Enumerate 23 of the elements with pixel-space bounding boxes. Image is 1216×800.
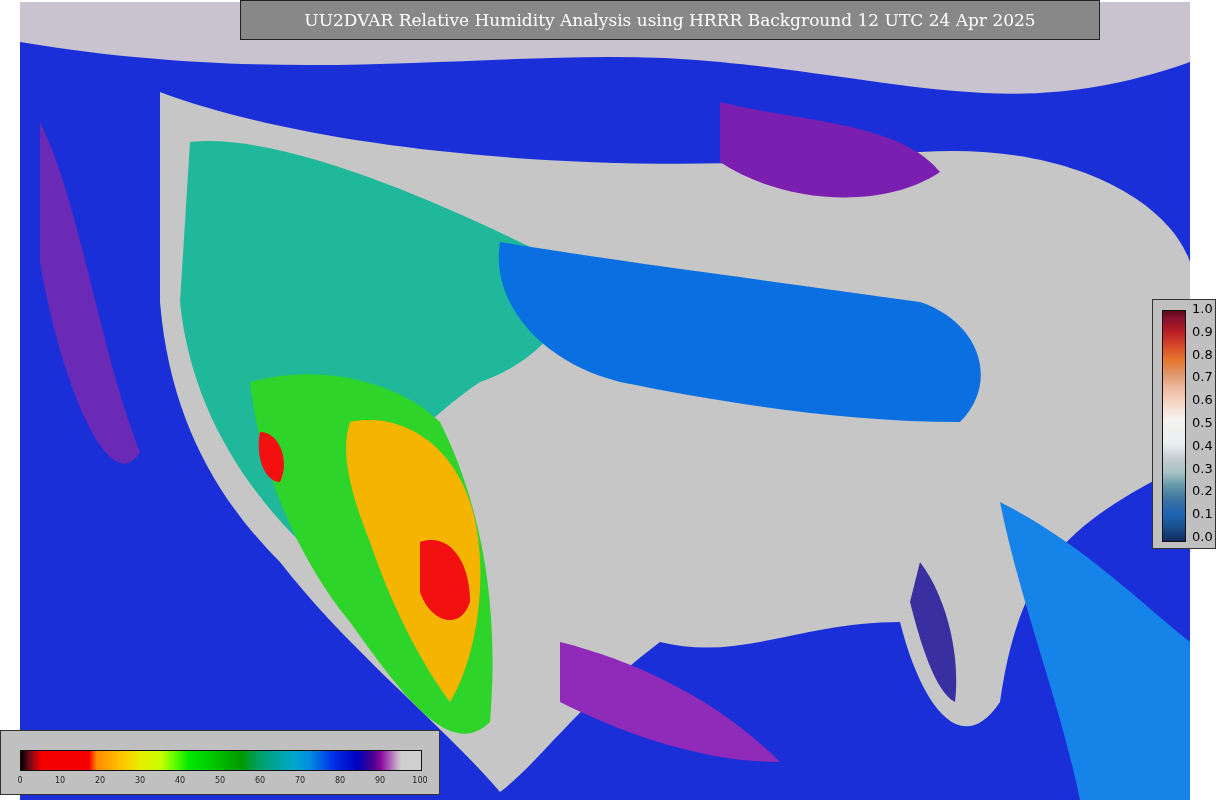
tick-label: 90 xyxy=(373,776,387,786)
tick-label: 0.6 xyxy=(1192,393,1213,408)
tick-label: 0.3 xyxy=(1192,461,1213,476)
map-title: UU2DVAR Relative Humidity Analysis using HRRR Background 12 UTC 24 Apr 2025 xyxy=(240,0,1100,40)
tick-label: 100 xyxy=(411,776,429,786)
tick-label: 0.4 xyxy=(1192,438,1213,453)
tick-label: 20 xyxy=(93,776,107,786)
tick-label: 0.8 xyxy=(1192,347,1213,362)
tick-label: 0.2 xyxy=(1192,484,1213,499)
tick-label: 10 xyxy=(53,776,67,786)
tick-label: 0 xyxy=(16,776,24,786)
tick-label: 70 xyxy=(293,776,307,786)
tick-label: 0.7 xyxy=(1192,370,1213,385)
tick-label: 60 xyxy=(253,776,267,786)
tick-label: 50 xyxy=(213,776,227,786)
tick-label: 0.5 xyxy=(1192,416,1213,430)
tick-label: 0.1 xyxy=(1192,507,1213,522)
tick-label: 0.9 xyxy=(1192,324,1213,339)
tick-label: 0.0 xyxy=(1192,529,1213,544)
tick-label: 80 xyxy=(333,776,347,786)
tick-label: 40 xyxy=(173,776,187,786)
tick-label: 1.0 xyxy=(1192,302,1213,316)
tick-label: 30 xyxy=(133,776,147,786)
